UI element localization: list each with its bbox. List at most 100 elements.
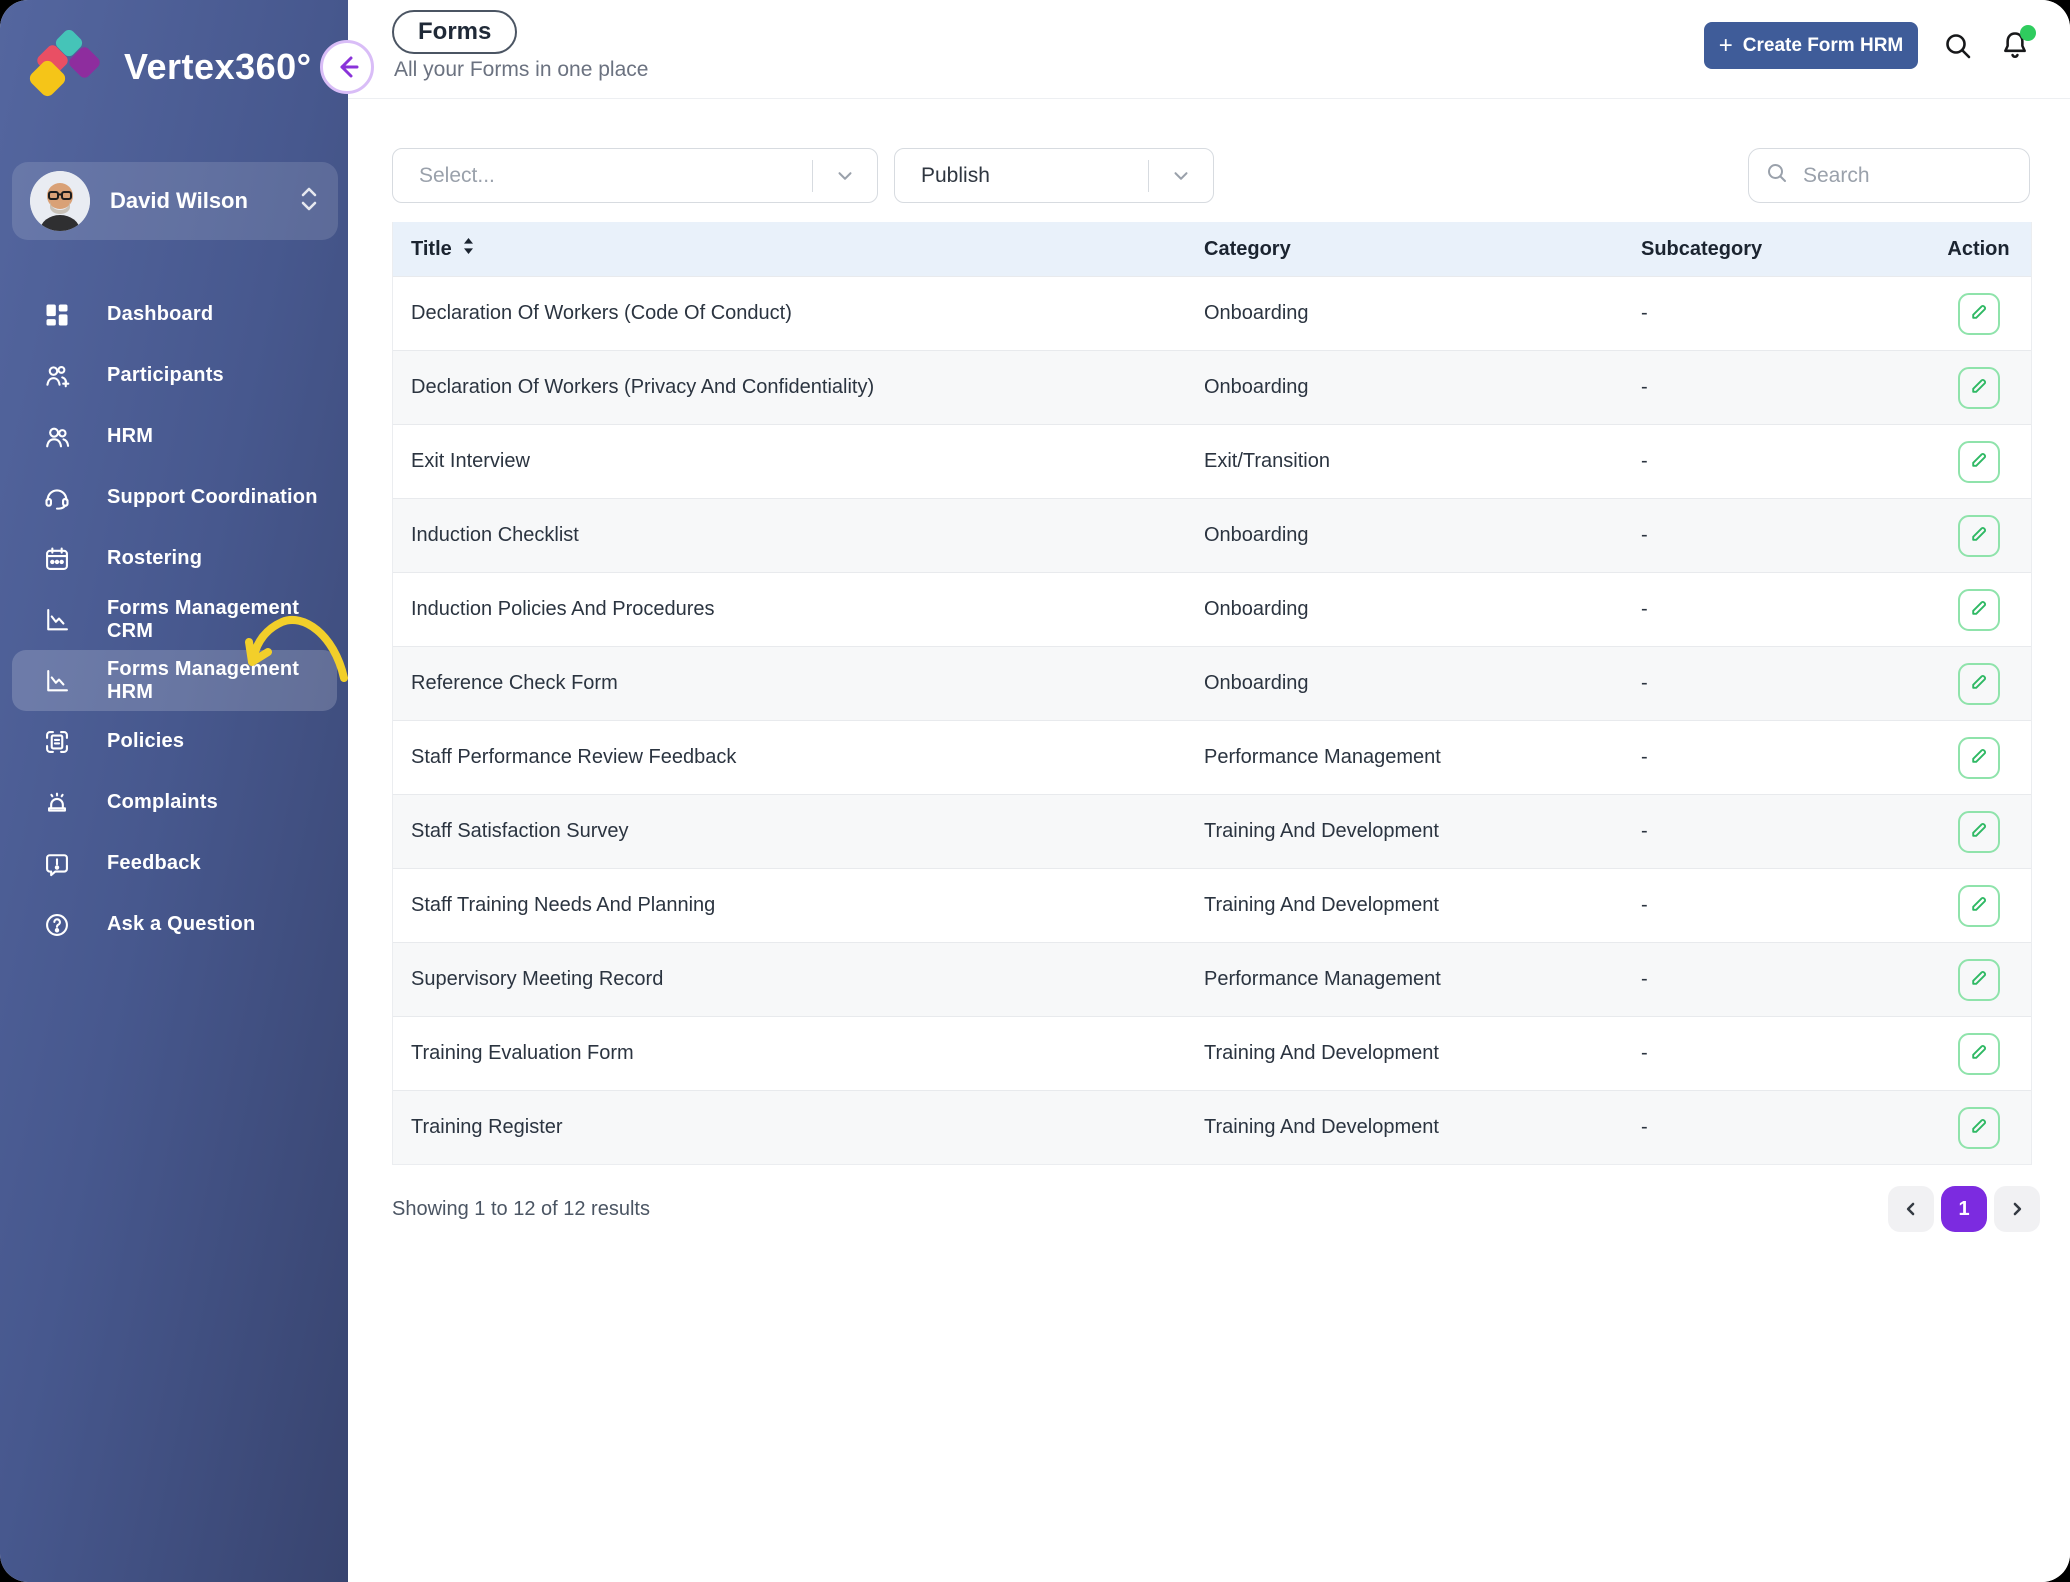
edit-form-button[interactable] [1958, 515, 2000, 557]
sidebar-item[interactable]: Rostering [12, 528, 337, 589]
user-name: David Wilson [110, 188, 298, 214]
support-icon [42, 483, 72, 513]
table-row: Declaration Of Workers (Privacy And Conf… [393, 350, 2031, 424]
dashboard-icon [42, 300, 72, 330]
page-title: Forms [392, 10, 517, 54]
chevron-up-down-icon [298, 184, 320, 219]
cell-category: Onboarding [1204, 302, 1641, 325]
chart-icon [42, 605, 72, 635]
logo-icon [28, 30, 106, 103]
edit-form-button[interactable] [1958, 367, 2000, 409]
cell-title: Staff Performance Review Feedback [393, 746, 1204, 769]
previous-page-button[interactable] [1888, 1186, 1934, 1232]
cell-category: Training And Development [1204, 820, 1641, 843]
category-dropdown[interactable]: Select... [392, 148, 878, 203]
cell-subcategory: - [1641, 450, 1926, 473]
table-search [1748, 148, 2030, 203]
edit-form-button[interactable] [1958, 959, 2000, 1001]
table-row: Supervisory Meeting Record Performance M… [393, 942, 2031, 1016]
cell-subcategory: - [1641, 746, 1926, 769]
edit-icon [1967, 448, 1991, 475]
feedback-icon [42, 849, 72, 879]
table-row: Staff Performance Review Feedback Perfor… [393, 720, 2031, 794]
edit-form-button[interactable] [1958, 663, 2000, 705]
sidebar-item[interactable]: Ask a Question [12, 894, 337, 955]
sidebar-collapse-button[interactable] [320, 40, 374, 94]
sidebar-item[interactable]: HRM [12, 406, 337, 467]
sidebar-nav: Dashboard Participants HRM Support Coord… [0, 284, 348, 955]
results-summary: Showing 1 to 12 of 12 results [392, 1198, 650, 1221]
edit-icon [1967, 1114, 1991, 1141]
edit-form-button[interactable] [1958, 885, 2000, 927]
sidebar-item-label: Forms Management CRM [107, 597, 326, 643]
status-dropdown-value: Publish [895, 164, 1148, 188]
edit-form-button[interactable] [1958, 1033, 2000, 1075]
sort-icon[interactable] [462, 237, 475, 261]
table-row: Staff Training Needs And Planning Traini… [393, 868, 2031, 942]
edit-form-button[interactable] [1958, 293, 2000, 335]
edit-form-button[interactable] [1958, 811, 2000, 853]
cell-title: Induction Checklist [393, 524, 1204, 547]
cell-title: Declaration Of Workers (Code Of Conduct) [393, 302, 1204, 325]
cell-subcategory: - [1641, 524, 1926, 547]
participants-icon [42, 361, 72, 391]
chevron-down-icon [1149, 165, 1213, 187]
cell-title: Supervisory Meeting Record [393, 968, 1204, 991]
sidebar-item[interactable]: Forms Management CRM [12, 589, 337, 650]
table-row: Training Evaluation Form Training And De… [393, 1016, 2031, 1090]
cell-category: Exit/Transition [1204, 450, 1641, 473]
cell-subcategory: - [1641, 1116, 1926, 1139]
rostering-icon [42, 544, 72, 574]
column-category: Category [1204, 238, 1641, 261]
notifications-bell-icon[interactable] [1998, 29, 2032, 63]
cell-title: Declaration Of Workers (Privacy And Conf… [393, 376, 1204, 399]
sidebar-item[interactable]: Complaints [12, 772, 337, 833]
sidebar-item[interactable]: Policies [12, 711, 337, 772]
edit-form-button[interactable] [1958, 1107, 2000, 1149]
table-row: Induction Checklist Onboarding - [393, 498, 2031, 572]
table-row: Induction Policies And Procedures Onboar… [393, 572, 2031, 646]
chevron-down-icon [813, 165, 877, 187]
cell-title: Training Register [393, 1116, 1204, 1139]
sidebar-item[interactable]: Support Coordination [12, 467, 337, 528]
forms-table: Title Category Subcategory Action Declar… [392, 222, 2032, 1165]
next-page-button[interactable] [1994, 1186, 2040, 1232]
cell-subcategory: - [1641, 820, 1926, 843]
sidebar-item-label: Policies [107, 730, 184, 753]
table-row: Declaration Of Workers (Code Of Conduct)… [393, 276, 2031, 350]
cell-category: Training And Development [1204, 1042, 1641, 1065]
cell-subcategory: - [1641, 894, 1926, 917]
sidebar-item-label: Support Coordination [107, 486, 318, 509]
page-number-button[interactable]: 1 [1941, 1186, 1987, 1232]
sidebar-item-label: Participants [107, 364, 224, 387]
edit-icon [1967, 892, 1991, 919]
sidebar-item-label: Forms Management HRM [107, 658, 326, 704]
search-icon [1765, 161, 1789, 190]
avatar [30, 171, 90, 231]
edit-icon [1967, 374, 1991, 401]
cell-subcategory: - [1641, 302, 1926, 325]
table-row: Exit Interview Exit/Transition - [393, 424, 2031, 498]
create-form-hrm-button[interactable]: + Create Form HRM [1704, 22, 1918, 69]
search-icon[interactable] [1942, 30, 1974, 62]
sidebar-item[interactable]: Feedback [12, 833, 337, 894]
edit-icon [1967, 300, 1991, 327]
policies-icon [42, 727, 72, 757]
sidebar-item[interactable]: Forms Management HRM [12, 650, 337, 711]
page-header: Forms All your Forms in one place + Crea… [348, 0, 2070, 99]
edit-icon [1967, 818, 1991, 845]
cell-category: Onboarding [1204, 376, 1641, 399]
edit-icon [1967, 744, 1991, 771]
cell-category: Training And Development [1204, 1116, 1641, 1139]
edit-form-button[interactable] [1958, 737, 2000, 779]
edit-icon [1967, 596, 1991, 623]
user-profile-card[interactable]: David Wilson [12, 162, 338, 240]
search-input[interactable] [1801, 163, 2013, 189]
sidebar-item[interactable]: Dashboard [12, 284, 337, 345]
edit-form-button[interactable] [1958, 589, 2000, 631]
edit-form-button[interactable] [1958, 441, 2000, 483]
filter-bar: Select... Publish [392, 148, 2030, 203]
status-dropdown[interactable]: Publish [894, 148, 1214, 203]
sidebar-item[interactable]: Participants [12, 345, 337, 406]
notification-badge [2020, 25, 2036, 41]
